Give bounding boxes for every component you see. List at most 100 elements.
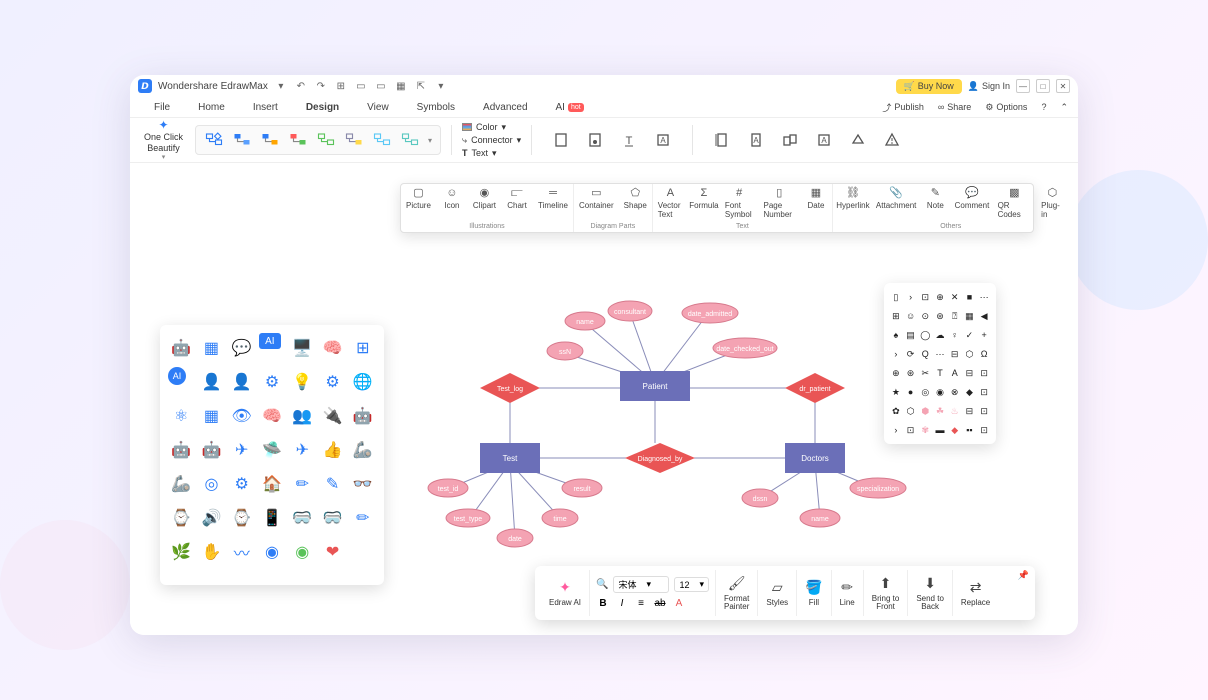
dropdown-icon[interactable]: ▾	[274, 79, 288, 93]
maximize-button[interactable]: □	[1036, 79, 1050, 93]
clip-house[interactable]: 🏠	[259, 469, 285, 499]
pi-21[interactable]: +	[978, 327, 990, 343]
clip-finger[interactable]: ◉	[259, 537, 285, 567]
edraw-ai-button[interactable]: ✦ Edraw AI	[541, 570, 590, 616]
pi-45[interactable]: ⬢	[919, 403, 931, 419]
replace-button[interactable]: ⇄Replace	[953, 570, 998, 616]
insert-comment[interactable]: 💬Comment	[951, 187, 992, 220]
pi-32[interactable]: T	[934, 365, 946, 381]
clip-arm2[interactable]: 🦾	[168, 469, 194, 499]
format-painter-button[interactable]: 🖌Format Painter	[716, 570, 758, 616]
clip-neural[interactable]: 🌐	[350, 367, 376, 397]
pi-26[interactable]: ⊟	[949, 346, 961, 362]
redo-icon[interactable]: ↷	[314, 79, 328, 93]
line-button[interactable]: ✏Line	[832, 570, 864, 616]
buy-now-button[interactable]: 🛒 Buy Now	[896, 79, 962, 94]
font-select[interactable]: 宋体▾	[613, 576, 669, 593]
clip-target[interactable]: ◎	[198, 469, 224, 499]
export-icon[interactable]: ⇱	[414, 79, 428, 93]
theme-7[interactable]	[372, 130, 392, 150]
font-icon[interactable]: A	[654, 131, 672, 149]
pi-42[interactable]: ⊡	[978, 384, 990, 400]
pi-4[interactable]: ⊕	[934, 289, 946, 305]
pi-13[interactable]: ▦	[964, 308, 976, 324]
pi-44[interactable]: ⬡	[905, 403, 917, 419]
insert-font-symbol[interactable]: #Font Symbol	[720, 187, 759, 220]
pi-34[interactable]: ⊟	[964, 365, 976, 381]
insert-icon[interactable]: ☺Icon	[436, 187, 468, 211]
align-icon-4[interactable]: A	[815, 131, 833, 149]
clip-head[interactable]: 👤	[198, 367, 224, 397]
insert-plugin[interactable]: ⬡Plug-in	[1036, 187, 1068, 220]
clip-plug[interactable]: 🔌	[319, 401, 345, 431]
er-diagram[interactable]: Patient Test Doctors Test_log dr_patient…	[410, 293, 900, 573]
clip-pen[interactable]: ✏	[350, 503, 376, 533]
tab-view[interactable]: View	[353, 97, 403, 117]
page-icon-1[interactable]	[552, 131, 570, 149]
pi-30[interactable]: ⊛	[905, 365, 917, 381]
insert-chart[interactable]: ⫍Chart	[501, 187, 533, 211]
pi-52[interactable]: ✾	[919, 422, 931, 438]
tab-home[interactable]: Home	[184, 97, 239, 117]
more-icon[interactable]: ▾	[434, 79, 448, 93]
align-icon-2[interactable]: A	[747, 131, 765, 149]
pi-41[interactable]: ◆	[964, 384, 976, 400]
theme-8[interactable]	[400, 130, 420, 150]
tab-insert[interactable]: Insert	[239, 97, 292, 117]
pi-47[interactable]: ♨	[949, 403, 961, 419]
connector-dropdown[interactable]: ⤷Connector ▾	[462, 135, 521, 146]
pi-31[interactable]: ✂	[919, 365, 931, 381]
share-button[interactable]: ∞ Share	[938, 101, 971, 114]
clip-bot[interactable]: 🤖	[350, 401, 376, 431]
pi-56[interactable]: ⊡	[978, 422, 990, 438]
styles-button[interactable]: ▱Styles	[758, 570, 797, 616]
align-button[interactable]: ≡	[634, 596, 648, 610]
pi-6[interactable]: ■	[964, 289, 976, 305]
pi-19[interactable]: ♀	[949, 327, 961, 343]
text-dropdown[interactable]: TText ▾	[462, 148, 521, 159]
clip-brain2[interactable]: 🧠	[259, 401, 285, 431]
clip-ai2[interactable]: AI	[168, 367, 186, 385]
pi-7[interactable]: ⋯	[978, 289, 990, 305]
clip-vr[interactable]: 🥽	[289, 503, 315, 533]
one-click-beautify-button[interactable]: ✦ One Click Beautify ▾	[138, 116, 189, 164]
pi-16[interactable]: ▤	[905, 327, 917, 343]
clip-vr2[interactable]: 🥽	[319, 503, 345, 533]
up-icon[interactable]	[849, 131, 867, 149]
insert-attachment[interactable]: 📎Attachment	[873, 187, 919, 220]
pi-24[interactable]: Q	[919, 346, 931, 362]
clip-robot[interactable]: 🤖	[168, 333, 194, 363]
tab-symbols[interactable]: Symbols	[403, 97, 469, 117]
pi-14[interactable]: ◀	[978, 308, 990, 324]
clip-wand[interactable]: ✏	[289, 469, 315, 499]
theme-3[interactable]	[260, 130, 280, 150]
undo-icon[interactable]: ↶	[294, 79, 308, 93]
pi-20[interactable]: ✓	[964, 327, 976, 343]
clip-band[interactable]: ⌚	[168, 503, 194, 533]
theme-4[interactable]	[288, 130, 308, 150]
minimize-button[interactable]: —	[1016, 79, 1030, 93]
pi-54[interactable]: ◆	[949, 422, 961, 438]
pi-27[interactable]: ⬡	[964, 346, 976, 362]
theme-6[interactable]	[344, 130, 364, 150]
pi-5[interactable]: ✕	[949, 289, 961, 305]
pi-11[interactable]: ⊛	[934, 308, 946, 324]
warning-icon[interactable]	[883, 131, 901, 149]
clip-finger2[interactable]: ◉	[289, 537, 315, 567]
clip-heart[interactable]: ❤	[319, 537, 345, 567]
clip-watch[interactable]: ⌚	[229, 503, 255, 533]
pi-3[interactable]: ⊡	[919, 289, 931, 305]
clip-tracker[interactable]: 📱	[259, 503, 285, 533]
size-select[interactable]: 12▾	[674, 577, 709, 592]
align-icon-3[interactable]	[781, 131, 799, 149]
pi-25[interactable]: ⋯	[934, 346, 946, 362]
insert-vector-text[interactable]: AVector Text	[653, 187, 688, 220]
pi-18[interactable]: ☁	[934, 327, 946, 343]
clip-monitor[interactable]: 🖥️	[289, 333, 315, 363]
pi-9[interactable]: ☺	[905, 308, 917, 324]
clip-thumb[interactable]: 👍	[319, 435, 345, 465]
clip-bot2[interactable]: 🤖	[168, 435, 194, 465]
options-button[interactable]: ⚙ Options	[985, 101, 1027, 114]
open-icon[interactable]: ▭	[354, 79, 368, 93]
clip-chat[interactable]: 💬	[229, 333, 255, 363]
